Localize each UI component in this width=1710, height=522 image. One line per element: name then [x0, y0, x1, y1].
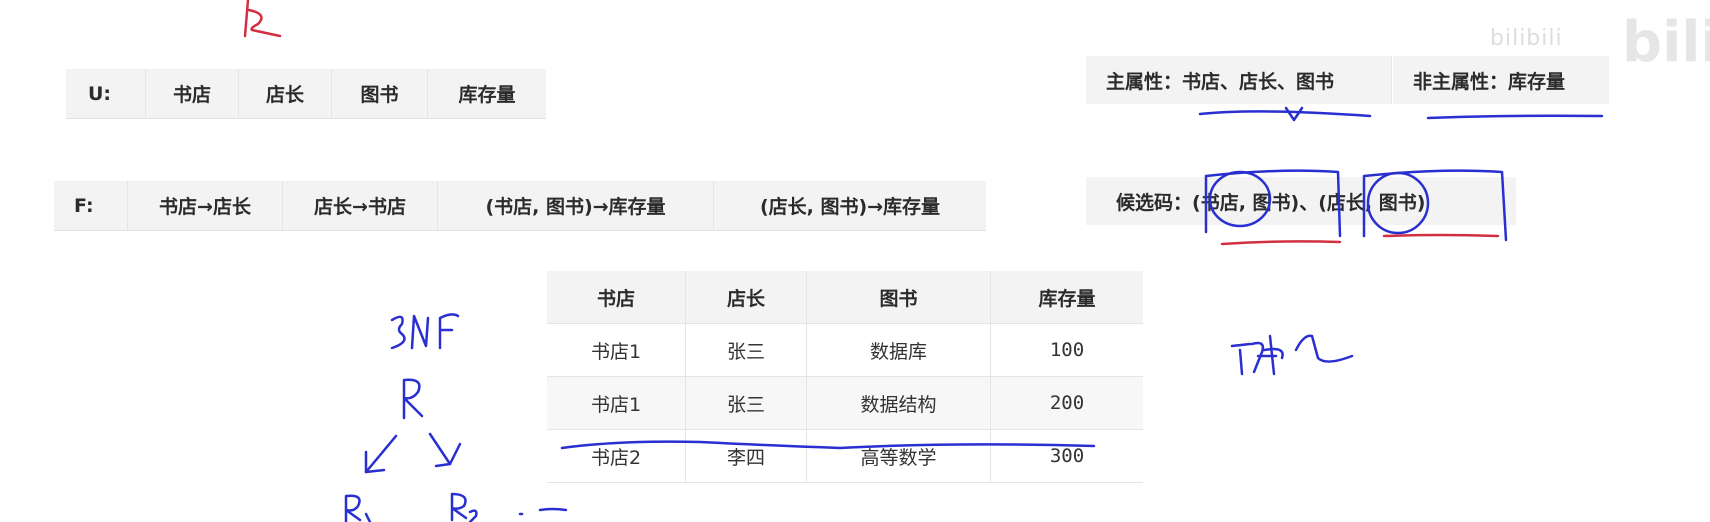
candidate-keys-box: 候选码： (书店, 图书) 、 (店长, 图书)	[1086, 177, 1516, 225]
candidate-key-1-underline-ink	[1220, 240, 1342, 246]
non-prime-underline-ink	[1426, 114, 1604, 120]
table-header: 书店	[547, 271, 686, 324]
dependency-item: (店长, 图书)→库存量	[759, 196, 941, 218]
normal-form-ink	[390, 313, 460, 350]
table-cell: 张三	[685, 323, 807, 377]
table-cell: 数据库	[806, 323, 991, 377]
watermark-logo: bili	[1622, 10, 1710, 75]
dependency-item: 书店→店长	[128, 181, 283, 230]
decomposition-tree-ink	[344, 378, 568, 522]
non-prime-attributes-text: 非主属性：库存量	[1413, 70, 1566, 93]
table-row: 书店1 张三 数据库 100	[547, 323, 1143, 377]
table-header-row: 书店 店长 图书 库存量	[547, 271, 1143, 324]
table-cell: 100	[990, 323, 1143, 377]
prime-underline-ink	[1198, 106, 1372, 122]
side-note-ink	[1230, 334, 1354, 376]
dependency-item: 店长→书店	[283, 181, 438, 230]
watermark-text: bilibili	[1490, 26, 1563, 51]
table-cell: 高等数学	[806, 429, 991, 483]
table-cell: 书店2	[547, 429, 686, 483]
candidate-key-2-underline-ink	[1382, 233, 1500, 238]
table-cell: 书店1	[547, 323, 686, 377]
prime-attributes-box: 主属性：书店、店长、图书	[1086, 56, 1392, 104]
universe-attr: 书店	[146, 69, 239, 118]
table-cell: 李四	[685, 429, 807, 483]
candidate-keys-separator: 、	[1299, 191, 1319, 214]
prime-attributes-text: 主属性：书店、店长、图书	[1106, 70, 1335, 93]
table-header: 店长	[685, 271, 807, 324]
universe-strip: U: 书店 店长 图书 库存量	[66, 69, 546, 119]
candidate-keys-label: 候选码：	[1116, 191, 1193, 214]
universe-attr: 店长	[239, 69, 332, 118]
candidate-key-1: (书店, 图书)	[1192, 191, 1300, 214]
table-cell: 200	[990, 376, 1143, 430]
dependency-item: (书店, 图书)→库存量	[438, 181, 714, 230]
universe-label: U:	[66, 69, 146, 118]
table-header: 库存量	[990, 271, 1143, 324]
table-cell: 数据结构	[806, 376, 991, 430]
top-letter-r-ink	[243, 0, 282, 38]
universe-attr: 库存量	[458, 84, 516, 106]
table-row: 书店2 李四 高等数学 300	[547, 429, 1143, 483]
universe-attr: 图书	[332, 69, 428, 118]
table-header: 图书	[806, 271, 991, 324]
table-cell: 300	[990, 429, 1143, 483]
candidate-key-2: (店长, 图书)	[1318, 191, 1426, 214]
bookstore-table: 书店 店长 图书 库存量 书店1 张三 数据库 100 书店1 张三 数据结构 …	[547, 271, 1143, 483]
table-cell: 张三	[685, 376, 807, 430]
table-cell: 书店1	[547, 376, 686, 430]
table-row: 书店1 张三 数据结构 200	[547, 376, 1143, 430]
non-prime-attributes-box: 非主属性：库存量	[1393, 56, 1609, 104]
dependencies-strip: F: 书店→店长 店长→书店 (书店, 图书)→库存量 (店长, 图书)→库存量	[54, 181, 986, 231]
dependencies-label: F:	[54, 181, 128, 230]
